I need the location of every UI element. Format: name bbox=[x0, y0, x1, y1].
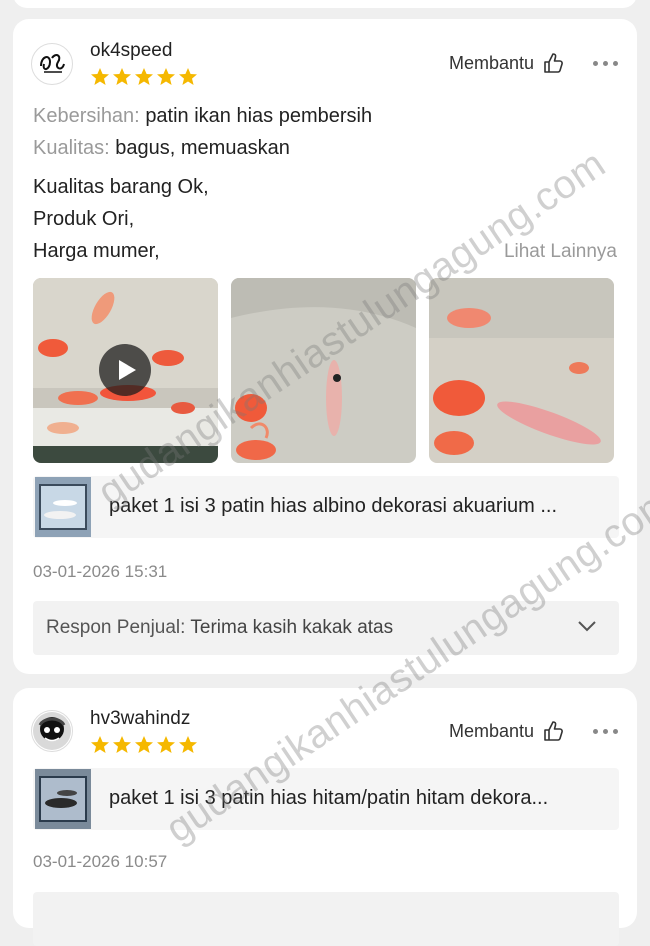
review-video-thumbnail[interactable] bbox=[33, 278, 218, 463]
previous-review-card bbox=[13, 0, 637, 8]
star-icon bbox=[157, 68, 175, 85]
product-link[interactable]: paket 1 isi 3 patin hias hitam/patin hit… bbox=[33, 768, 619, 830]
avatar[interactable] bbox=[31, 710, 73, 752]
play-icon[interactable] bbox=[99, 344, 151, 396]
star-icon bbox=[91, 68, 109, 85]
review-date: 03-01-2026 15:31 bbox=[33, 562, 168, 581]
star-icon bbox=[179, 68, 197, 85]
review-photo[interactable] bbox=[429, 278, 614, 463]
helpful-label: Membantu bbox=[449, 52, 535, 73]
chevron-down-icon[interactable] bbox=[577, 619, 597, 633]
product-link[interactable]: paket 1 isi 3 patin hias albino dekorasi… bbox=[33, 476, 619, 538]
avatar[interactable] bbox=[31, 43, 73, 85]
star-icon bbox=[113, 68, 131, 85]
product-name: paket 1 isi 3 patin hias hitam/patin hit… bbox=[109, 787, 549, 809]
attribute-kebersihan: Kebersihan: patin ikan hias pembersih bbox=[33, 105, 372, 128]
attribute-kualitas: Kualitas: bagus, memuaskan bbox=[33, 137, 290, 160]
seller-response[interactable]: Respon Penjual: Terima kasih kakak atas bbox=[33, 601, 619, 655]
more-options-icon[interactable] bbox=[593, 723, 618, 739]
review-card: hv3wahindz Membantu paket 1 isi 3 patin … bbox=[13, 688, 637, 946]
star-rating bbox=[90, 735, 198, 755]
product-name: paket 1 isi 3 patin hias albino dekorasi… bbox=[109, 495, 558, 517]
helpful-button[interactable]: Membantu bbox=[449, 52, 564, 74]
review-photo[interactable] bbox=[231, 278, 416, 463]
review-text-line: Produk Ori, bbox=[33, 208, 135, 230]
thumbs-up-icon bbox=[544, 721, 563, 741]
attribute-value: patin ikan hias pembersih bbox=[145, 105, 373, 127]
product-thumbnail bbox=[35, 477, 91, 537]
seller-response[interactable] bbox=[33, 892, 619, 946]
attribute-key: Kebersihan: bbox=[33, 105, 140, 127]
star-icon bbox=[91, 736, 109, 753]
username: ok4speed bbox=[90, 40, 173, 61]
attribute-value: bagus, memuaskan bbox=[115, 137, 290, 159]
star-icon bbox=[157, 736, 175, 753]
username: hv3wahindz bbox=[90, 708, 191, 729]
attribute-key: Kualitas: bbox=[33, 137, 110, 159]
more-options-icon[interactable] bbox=[593, 55, 618, 71]
review-text-line: Kualitas barang Ok, bbox=[33, 176, 209, 198]
star-rating bbox=[90, 67, 198, 87]
review-card: ok4speed Membantu Kebersihan: patin ikan… bbox=[13, 19, 637, 674]
star-icon bbox=[135, 68, 153, 85]
product-thumbnail bbox=[35, 769, 91, 829]
review-date: 03-01-2026 10:57 bbox=[33, 852, 168, 871]
see-more-link[interactable]: Lihat Lainnya bbox=[504, 241, 617, 263]
star-icon bbox=[113, 736, 131, 753]
helpful-label: Membantu bbox=[449, 720, 535, 741]
seller-response-text: Terima kasih kakak atas bbox=[190, 617, 394, 638]
thumbs-up-icon bbox=[544, 53, 563, 73]
star-icon bbox=[135, 736, 153, 753]
review-text-line: Harga mumer, bbox=[33, 240, 160, 262]
star-icon bbox=[179, 736, 197, 753]
seller-response-label: Respon Penjual: bbox=[46, 617, 186, 638]
helpful-button[interactable]: Membantu bbox=[449, 720, 564, 742]
